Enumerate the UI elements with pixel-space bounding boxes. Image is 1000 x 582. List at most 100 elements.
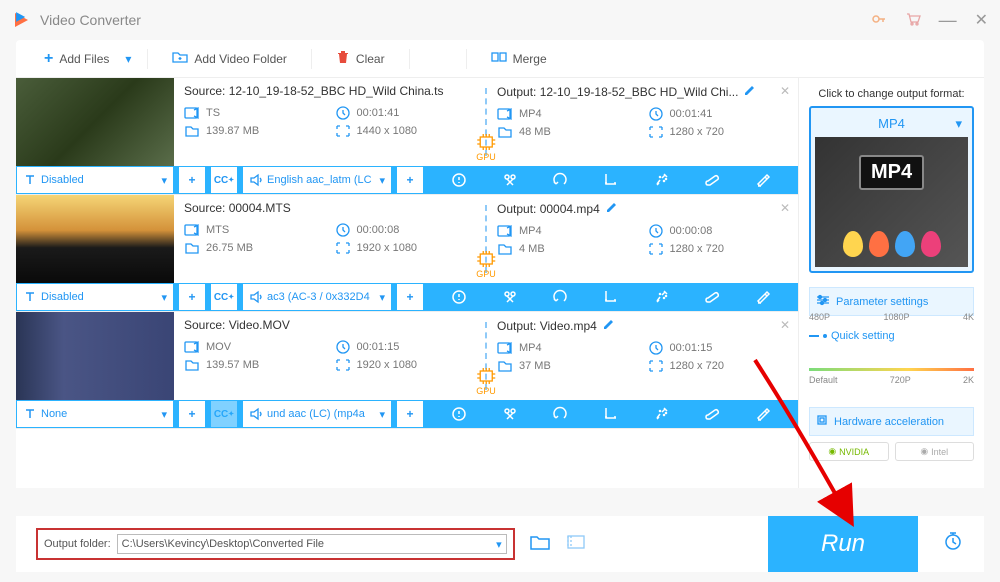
edit-output-button[interactable] — [744, 85, 756, 99]
tool-button-1[interactable] — [501, 405, 519, 423]
audio-track-select[interactable]: ac3 (AC-3 / 0x332D4▾ — [242, 283, 392, 311]
resolution-icon — [335, 358, 351, 372]
slider-1080p: 1080P — [883, 312, 909, 322]
format-icon — [497, 341, 513, 355]
tool-button-5[interactable] — [703, 405, 721, 423]
tool-button-6[interactable] — [754, 405, 772, 423]
add-subtitle-button[interactable]: + — [178, 166, 206, 194]
tool-button-2[interactable] — [551, 288, 569, 306]
subtitle-value: Disabled — [41, 174, 84, 186]
video-thumbnail[interactable] — [16, 312, 174, 400]
tool-button-5[interactable] — [703, 171, 721, 189]
hardware-acceleration-button[interactable]: Hardware acceleration — [809, 407, 974, 436]
tool-button-4[interactable] — [653, 171, 671, 189]
source-duration: 00:01:41 — [357, 107, 400, 119]
tool-button-2[interactable] — [551, 171, 569, 189]
tool-button-1[interactable] — [501, 171, 519, 189]
clear-button[interactable]: Clear — [328, 46, 393, 71]
output-folder-select[interactable]: C:\Users\Kevincy\Desktop\Converted File … — [117, 534, 507, 554]
output-format: MP4 — [519, 108, 542, 120]
output-duration: 00:01:41 — [670, 108, 713, 120]
tool-button-0[interactable] — [450, 288, 468, 306]
source-label: Source: 12-10_19-18-52_BBC HD_Wild China… — [184, 84, 475, 98]
tool-button-5[interactable] — [703, 288, 721, 306]
tool-button-6[interactable] — [754, 171, 772, 189]
add-audio-button[interactable]: + — [396, 400, 424, 428]
edit-output-button[interactable] — [603, 319, 615, 333]
tool-button-0[interactable] — [450, 171, 468, 189]
size-icon — [497, 359, 513, 373]
remove-file-button[interactable]: ✕ — [780, 84, 790, 98]
source-duration: 00:01:15 — [357, 341, 400, 353]
source-resolution: 1440 x 1080 — [357, 125, 418, 137]
close-button[interactable]: ✕ — [975, 10, 988, 30]
nvidia-badge: ◉NVIDIA — [809, 442, 889, 461]
source-format: MTS — [206, 224, 229, 236]
audio-track-select[interactable]: und aac (LC) (mp4a▾ — [242, 400, 392, 428]
output-folder-path: C:\Users\Kevincy\Desktop\Converted File — [122, 538, 324, 550]
tool-button-3[interactable] — [602, 405, 620, 423]
format-icon — [184, 223, 200, 237]
quality-slider[interactable] — [809, 368, 974, 371]
output-format: MP4 — [519, 342, 542, 354]
format-title: Click to change output format: — [809, 88, 974, 100]
output-format-selector[interactable]: MP4 ▾ MP4 — [809, 106, 974, 273]
folder-plus-icon — [172, 50, 188, 67]
output-config-button[interactable] — [565, 533, 587, 556]
clock-icon — [648, 341, 664, 355]
video-thumbnail[interactable] — [16, 78, 174, 166]
subtitle-select[interactable]: None▾ — [16, 400, 174, 428]
timer-button[interactable] — [942, 530, 964, 558]
add-files-button[interactable]: + Add Files — [36, 46, 117, 72]
add-subtitle-button[interactable]: + — [178, 283, 206, 311]
slider-720p: 720P — [890, 375, 911, 385]
chevron-down-icon: ▾ — [161, 408, 167, 421]
cc-button[interactable]: CC✦ — [210, 400, 238, 428]
run-button[interactable]: Run — [768, 516, 918, 572]
edit-output-button[interactable] — [606, 202, 618, 216]
cart-icon[interactable] — [905, 11, 921, 30]
file-row: Source: 00004.MTS MTS 00:00:08 26.75 MB … — [16, 195, 798, 312]
audio-track-select[interactable]: English aac_latm (LC▾ — [242, 166, 392, 194]
resolution-icon — [335, 124, 351, 138]
merge-button[interactable]: Merge — [483, 46, 555, 71]
subtitle-select[interactable]: Disabled▾ — [16, 283, 174, 311]
video-thumbnail[interactable] — [16, 195, 174, 283]
clock-icon — [335, 223, 351, 237]
remove-file-button[interactable]: ✕ — [780, 318, 790, 332]
tool-button-1[interactable] — [501, 288, 519, 306]
audio-value: ac3 (AC-3 / 0x332D4 — [267, 291, 370, 303]
add-subtitle-button[interactable]: + — [178, 400, 206, 428]
gpu-badge: GPU — [476, 251, 496, 279]
audio-value: und aac (LC) (mp4a — [267, 408, 365, 420]
open-folder-button[interactable] — [529, 533, 551, 556]
tool-button-2[interactable] — [551, 405, 569, 423]
format-icon — [184, 340, 200, 354]
output-resolution: 1280 x 720 — [670, 360, 724, 372]
output-label: Output: 00004.mp4 — [497, 201, 788, 216]
tool-button-3[interactable] — [602, 288, 620, 306]
tool-button-4[interactable] — [653, 405, 671, 423]
remove-file-button[interactable]: ✕ — [780, 201, 790, 215]
tool-button-3[interactable] — [602, 171, 620, 189]
add-video-folder-button[interactable]: Add Video Folder — [164, 46, 295, 71]
cc-button[interactable]: CC✦ — [210, 283, 238, 311]
subtitle-select[interactable]: Disabled▾ — [16, 166, 174, 194]
add-audio-button[interactable]: + — [396, 283, 424, 311]
format-icon — [497, 107, 513, 121]
file-row: Source: 12-10_19-18-52_BBC HD_Wild China… — [16, 78, 798, 195]
key-icon[interactable] — [871, 11, 887, 30]
source-format: MOV — [206, 341, 231, 353]
edit-tools — [424, 405, 798, 423]
cc-button[interactable]: CC✦ — [210, 166, 238, 194]
add-audio-button[interactable]: + — [396, 166, 424, 194]
add-files-dropdown-icon[interactable]: ▾ — [125, 52, 131, 66]
tool-button-4[interactable] — [653, 288, 671, 306]
size-icon — [497, 125, 513, 139]
minimize-button[interactable]: — — [939, 10, 957, 31]
tool-button-6[interactable] — [754, 288, 772, 306]
tool-button-0[interactable] — [450, 405, 468, 423]
output-folder-highlight: Output folder: C:\Users\Kevincy\Desktop\… — [36, 528, 515, 560]
size-icon — [497, 242, 513, 256]
slider-480p: 480P — [809, 312, 830, 322]
